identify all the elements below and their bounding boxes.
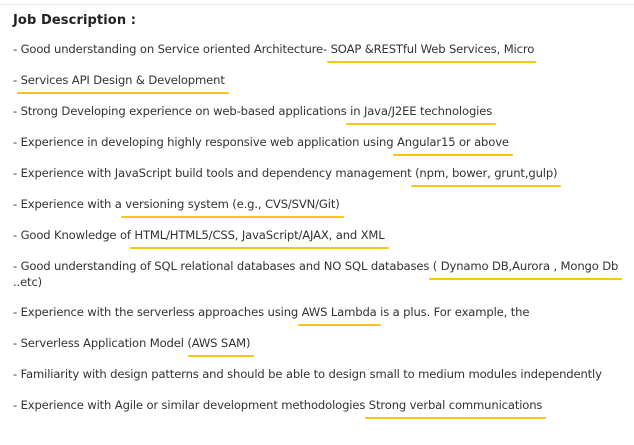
list-item: - Good Knowledge of HTML/HTML5/CSS, Java…	[13, 228, 385, 242]
list-item: - Experience in developing highly respon…	[13, 135, 509, 149]
highlighted-text: Strong verbal communications	[368, 398, 543, 412]
highlighted-text: HTML/HTML5/CSS, JavaScript/AJAX, and XML	[134, 228, 385, 242]
list-item: - Experience with a versioning system (e…	[13, 197, 340, 211]
list-item: - Experience with the serverless approac…	[13, 305, 530, 319]
top-divider	[0, 4, 634, 5]
highlighted-text: in Java/J2EE technologies	[350, 104, 493, 118]
page-title: Job Description :	[13, 13, 137, 28]
list-item: - Good understanding of SQL relational d…	[13, 259, 619, 289]
list-item: - Serverless Application Model (AWS SAM)	[13, 336, 251, 350]
list-item: - Familiarity with design patterns and s…	[13, 367, 602, 381]
list-item: - Experience with Agile or similar devel…	[13, 398, 543, 412]
list-item: - Strong Developing experience on web-ba…	[13, 104, 493, 118]
list-item: - Services API Design & Development	[13, 73, 225, 87]
highlighted-text: Services API Design & Development	[20, 73, 225, 87]
highlighted-text: SOAP &RESTful Web Services, Micro	[330, 42, 535, 56]
highlighted-text: ( Dynamo DB,Aurora , Mongo Db	[432, 259, 619, 273]
job-description: Job Description : - Good understanding o…	[13, 12, 625, 428]
highlighted-text: AWS Lambda	[301, 305, 377, 319]
highlighted-text: versioning system (e.g., CVS/SVN/Git)	[125, 197, 340, 211]
list-item: - Good understanding on Service oriented…	[13, 42, 535, 56]
highlighted-text: AWS SAM)	[191, 336, 251, 350]
highlighted-text: (npm, bower, grunt,gulp)	[415, 166, 558, 180]
list-item: - Experience with JavaScript build tools…	[13, 166, 558, 180]
highlighted-text: Angular15 or above	[396, 135, 509, 149]
